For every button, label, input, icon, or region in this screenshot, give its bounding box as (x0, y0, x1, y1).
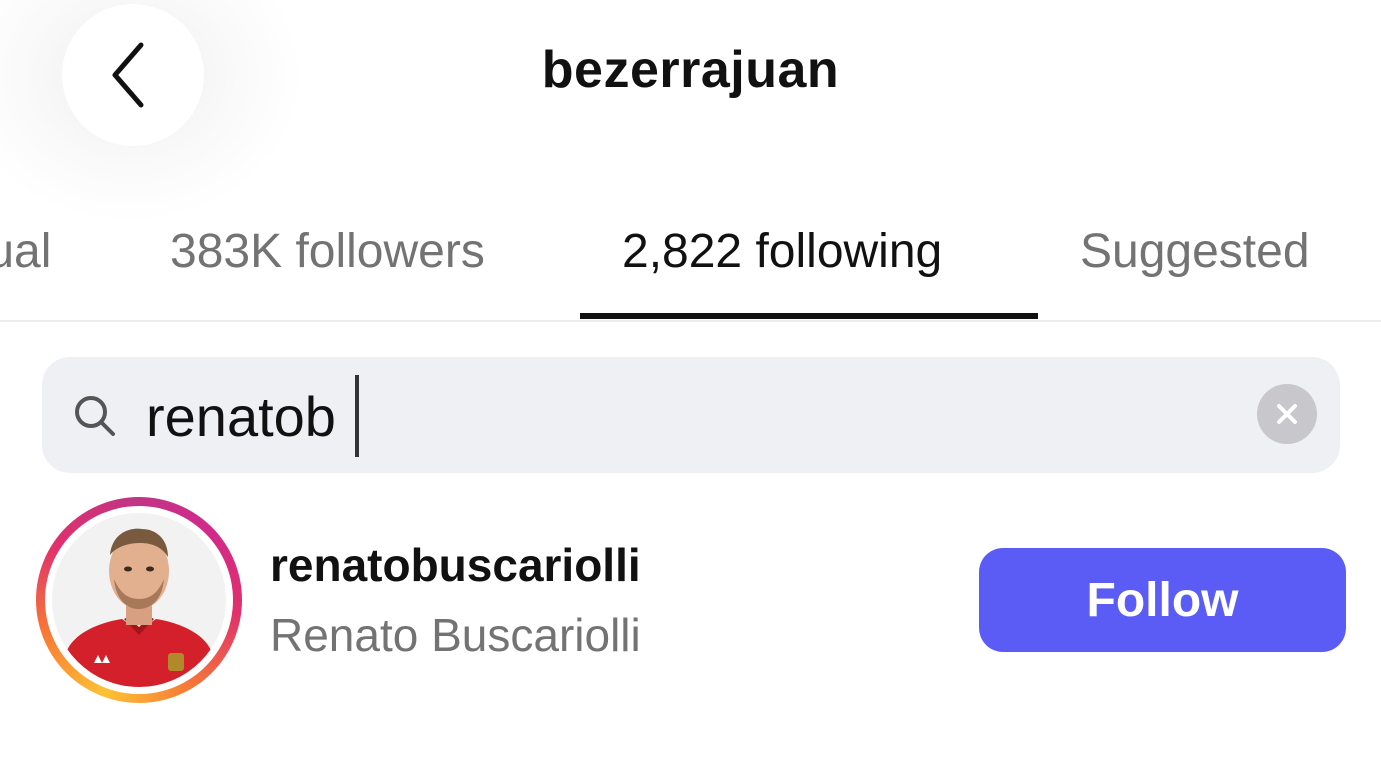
profile-photo (52, 513, 226, 687)
search-input[interactable] (146, 380, 1226, 452)
follow-button[interactable]: Follow (979, 548, 1346, 652)
tab-mutual[interactable]: tual (0, 224, 51, 279)
clear-icon (1277, 404, 1297, 424)
avatar[interactable] (52, 513, 226, 687)
search-icon (75, 396, 115, 436)
tab-suggested[interactable]: Suggested (1080, 224, 1310, 279)
text-cursor (355, 375, 359, 457)
page-title: bezerrajuan (541, 41, 840, 99)
tabs-divider (0, 320, 1381, 322)
tab-following[interactable]: 2,822 following (622, 224, 942, 279)
result-full-name: Renato Buscariolli (270, 609, 641, 661)
list-item[interactable]: renatobuscariolli Renato Buscariolli Fol… (0, 492, 1381, 712)
result-username[interactable]: renatobuscariolli (270, 538, 641, 592)
clear-search-button[interactable] (1257, 384, 1317, 444)
tab-bar: tual 383K followers 2,822 following Sugg… (0, 200, 1381, 320)
following-screen: bezerrajuan tual 383K followers 2,822 fo… (0, 0, 1381, 768)
active-tab-indicator (580, 313, 1038, 319)
tab-followers[interactable]: 383K followers (170, 224, 485, 279)
